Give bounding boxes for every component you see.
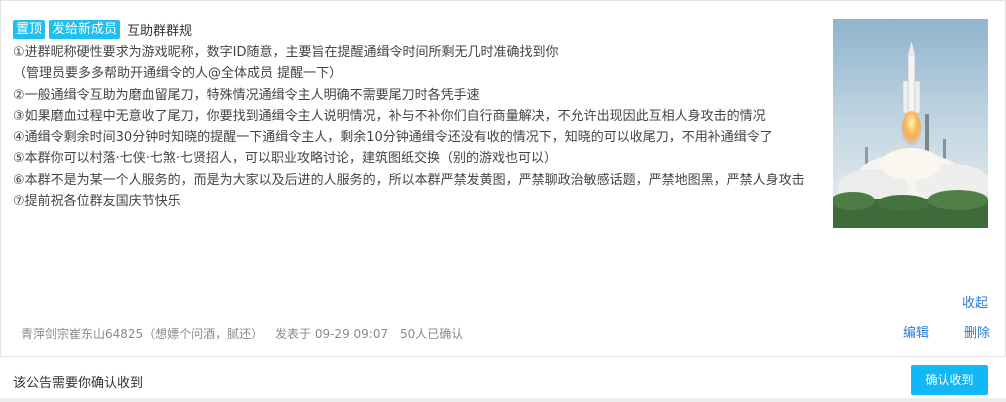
rule-line: ⑦提前祝各位群友国庆节快乐	[13, 194, 181, 210]
rule-line: ②一般通缉令互助为磨血留尾刀，特殊情况通缉令主人明确不需要尾刀时各凭手速	[13, 87, 480, 103]
announcement-meta: 青萍剑宗崔东山64825（想嫖个问酒，腻还） 发表于 09-29 09:07 5…	[21, 325, 471, 342]
rule-line: ③如果磨血过程中无意收了尾刀，你要找到通缉令主人说明情况，补与不补你们自行商量解…	[13, 108, 766, 124]
rule-line: ①进群昵称硬性要求为游戏昵称，数字ID随意，主要旨在提醒通缉令时间所剩无几时准确…	[13, 45, 559, 60]
bottom-divider	[0, 398, 1006, 402]
edit-button[interactable]: 编辑	[903, 322, 929, 341]
rocket-launch-image	[833, 19, 988, 228]
delete-button[interactable]: 删除	[964, 322, 990, 341]
announcement-title-row: 置顶 发给新成员 互助群群规	[13, 19, 192, 39]
announcement-card: 置顶 发给新成员 互助群群规 ①进群昵称硬性要求为游戏昵称，数字ID随意，主要旨…	[0, 0, 1006, 356]
confirm-notice: 该公告需要你确认收到	[13, 376, 144, 391]
announcement-title: 互助群群规	[127, 23, 193, 39]
collapse-link[interactable]: 收起	[962, 292, 988, 311]
confirm-count: 50人已确认	[399, 327, 464, 341]
post-time: 发表于 09-29 09:07	[275, 327, 389, 341]
rule-line: ④通缉令剩余时间30分钟时知晓的提醒一下通缉令主人，剩余10分钟通缉令还没有收的…	[13, 130, 773, 146]
rule-line: ⑥本群不是为某一个人服务的，而是为大家以及后进的人服务的，所以本群严禁发黄图，严…	[13, 172, 805, 188]
rule-line: （管理员要多多帮助开通缉令的人@全体成员 提醒一下）	[13, 66, 343, 82]
pinned-tag: 置顶	[13, 19, 46, 39]
new-member-tag: 发给新成员	[49, 19, 121, 39]
author-name: 青萍剑宗崔东山64825（想嫖个问酒，腻还）	[21, 327, 264, 341]
confirm-bar: 该公告需要你确认收到 确认收到	[0, 356, 1006, 402]
rule-line: ⑤本群你可以村落·七侠·七煞·七贤招人，可以职业攻略讨论，建筑图纸交换（别的游戏…	[13, 151, 558, 167]
announcement-body: ①进群昵称硬性要求为游戏昵称，数字ID随意，主要旨在提醒通缉令时间所剩无几时准确…	[13, 42, 813, 212]
announcement-image[interactable]	[833, 19, 988, 228]
confirm-receipt-button[interactable]: 确认收到	[911, 365, 988, 395]
